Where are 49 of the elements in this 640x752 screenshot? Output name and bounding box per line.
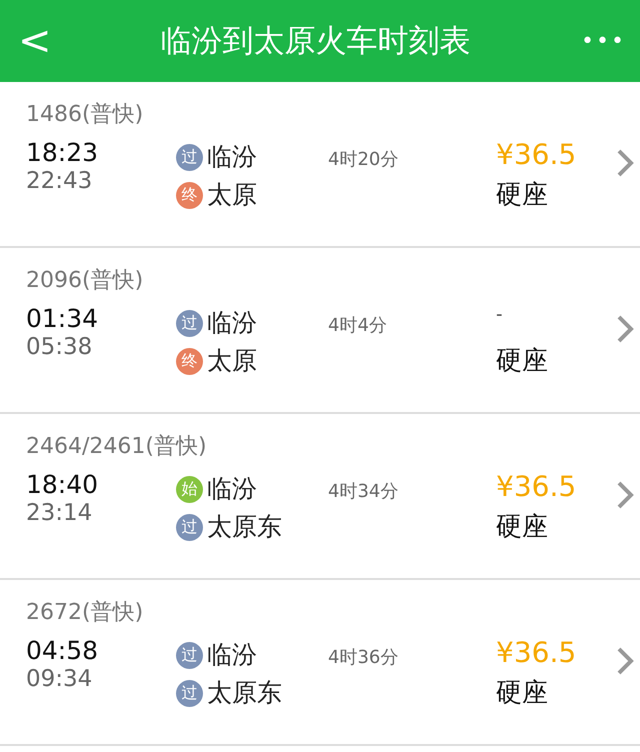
- travel-duration: 4时36分: [328, 646, 400, 670]
- departure-time: 18:23: [26, 138, 100, 168]
- ticket-price: ¥36.5: [496, 470, 578, 505]
- station-name: 太原东: [207, 677, 282, 710]
- seat-class: 硬座: [496, 677, 549, 710]
- chevron-icon: [616, 646, 634, 676]
- travel-duration: 4时34分: [328, 480, 400, 504]
- station-name: 太原东: [207, 511, 282, 544]
- chevron-icon: [616, 148, 634, 178]
- station-name: 临汾: [207, 639, 257, 672]
- ticket-price: -: [496, 304, 504, 327]
- station-type-tag: 过: [176, 680, 203, 706]
- station-type-tag: 过: [176, 642, 203, 668]
- train-number: 2096(普快): [26, 270, 144, 292]
- page-title: 临汾到太原火车时刻表: [160, 22, 470, 61]
- departure-time: 18:40: [26, 470, 100, 500]
- train-number: 1486(普快): [26, 104, 144, 126]
- station-type-tag: 终: [176, 182, 203, 208]
- station-type-tag: 始: [176, 476, 203, 502]
- train-row[interactable]: 1486(普快) 18:23 22:43 过 临汾 终 太原 4时20分 ¥36.5 硬座: [0, 82, 640, 248]
- seat-class: 硬座: [496, 179, 549, 212]
- travel-duration: 4时4分: [328, 314, 388, 338]
- arrival-time: 23:14: [26, 500, 94, 528]
- ticket-price: ¥36.5: [496, 636, 578, 671]
- train-row[interactable]: 2672(普快) 04:58 09:34 过 临汾 过 太原东 4时36分 ¥36.5 硬座: [0, 580, 640, 746]
- station-type-tag: 过: [176, 514, 203, 540]
- station-name: 临汾: [207, 307, 257, 340]
- train-row[interactable]: 2096(普快) 01:34 05:38 过 临汾 终 太原 4时4分 - 硬座: [0, 248, 640, 414]
- station-type-tag: 过: [176, 310, 203, 336]
- travel-duration: 4时20分: [328, 148, 400, 172]
- departure-time: 04:58: [26, 636, 100, 666]
- station-name: 临汾: [207, 473, 257, 506]
- station-name: 太原: [207, 179, 257, 212]
- arrival-time: 05:38: [26, 334, 94, 362]
- train-row[interactable]: 2464/2461(普快) 18:40 23:14 始 临汾 过 太原东 4时34分 ¥36.5 硬座: [0, 414, 640, 580]
- ticket-price: ¥36.5: [496, 138, 578, 173]
- departure-time: 01:34: [26, 304, 100, 334]
- arrival-time: 09:34: [26, 666, 94, 694]
- chevron-icon: [616, 480, 634, 510]
- seat-class: 硬座: [496, 345, 549, 378]
- train-number: 2464/2461(普快): [26, 436, 208, 458]
- seat-class: 硬座: [496, 511, 549, 544]
- station-name: 太原: [207, 345, 257, 378]
- station-type-tag: 终: [176, 348, 203, 374]
- chevron-icon: [616, 314, 634, 344]
- station-name: 临汾: [207, 141, 257, 174]
- train-number: 2672(普快): [26, 602, 144, 624]
- station-type-tag: 过: [176, 144, 203, 170]
- arrival-time: 22:43: [26, 168, 94, 196]
